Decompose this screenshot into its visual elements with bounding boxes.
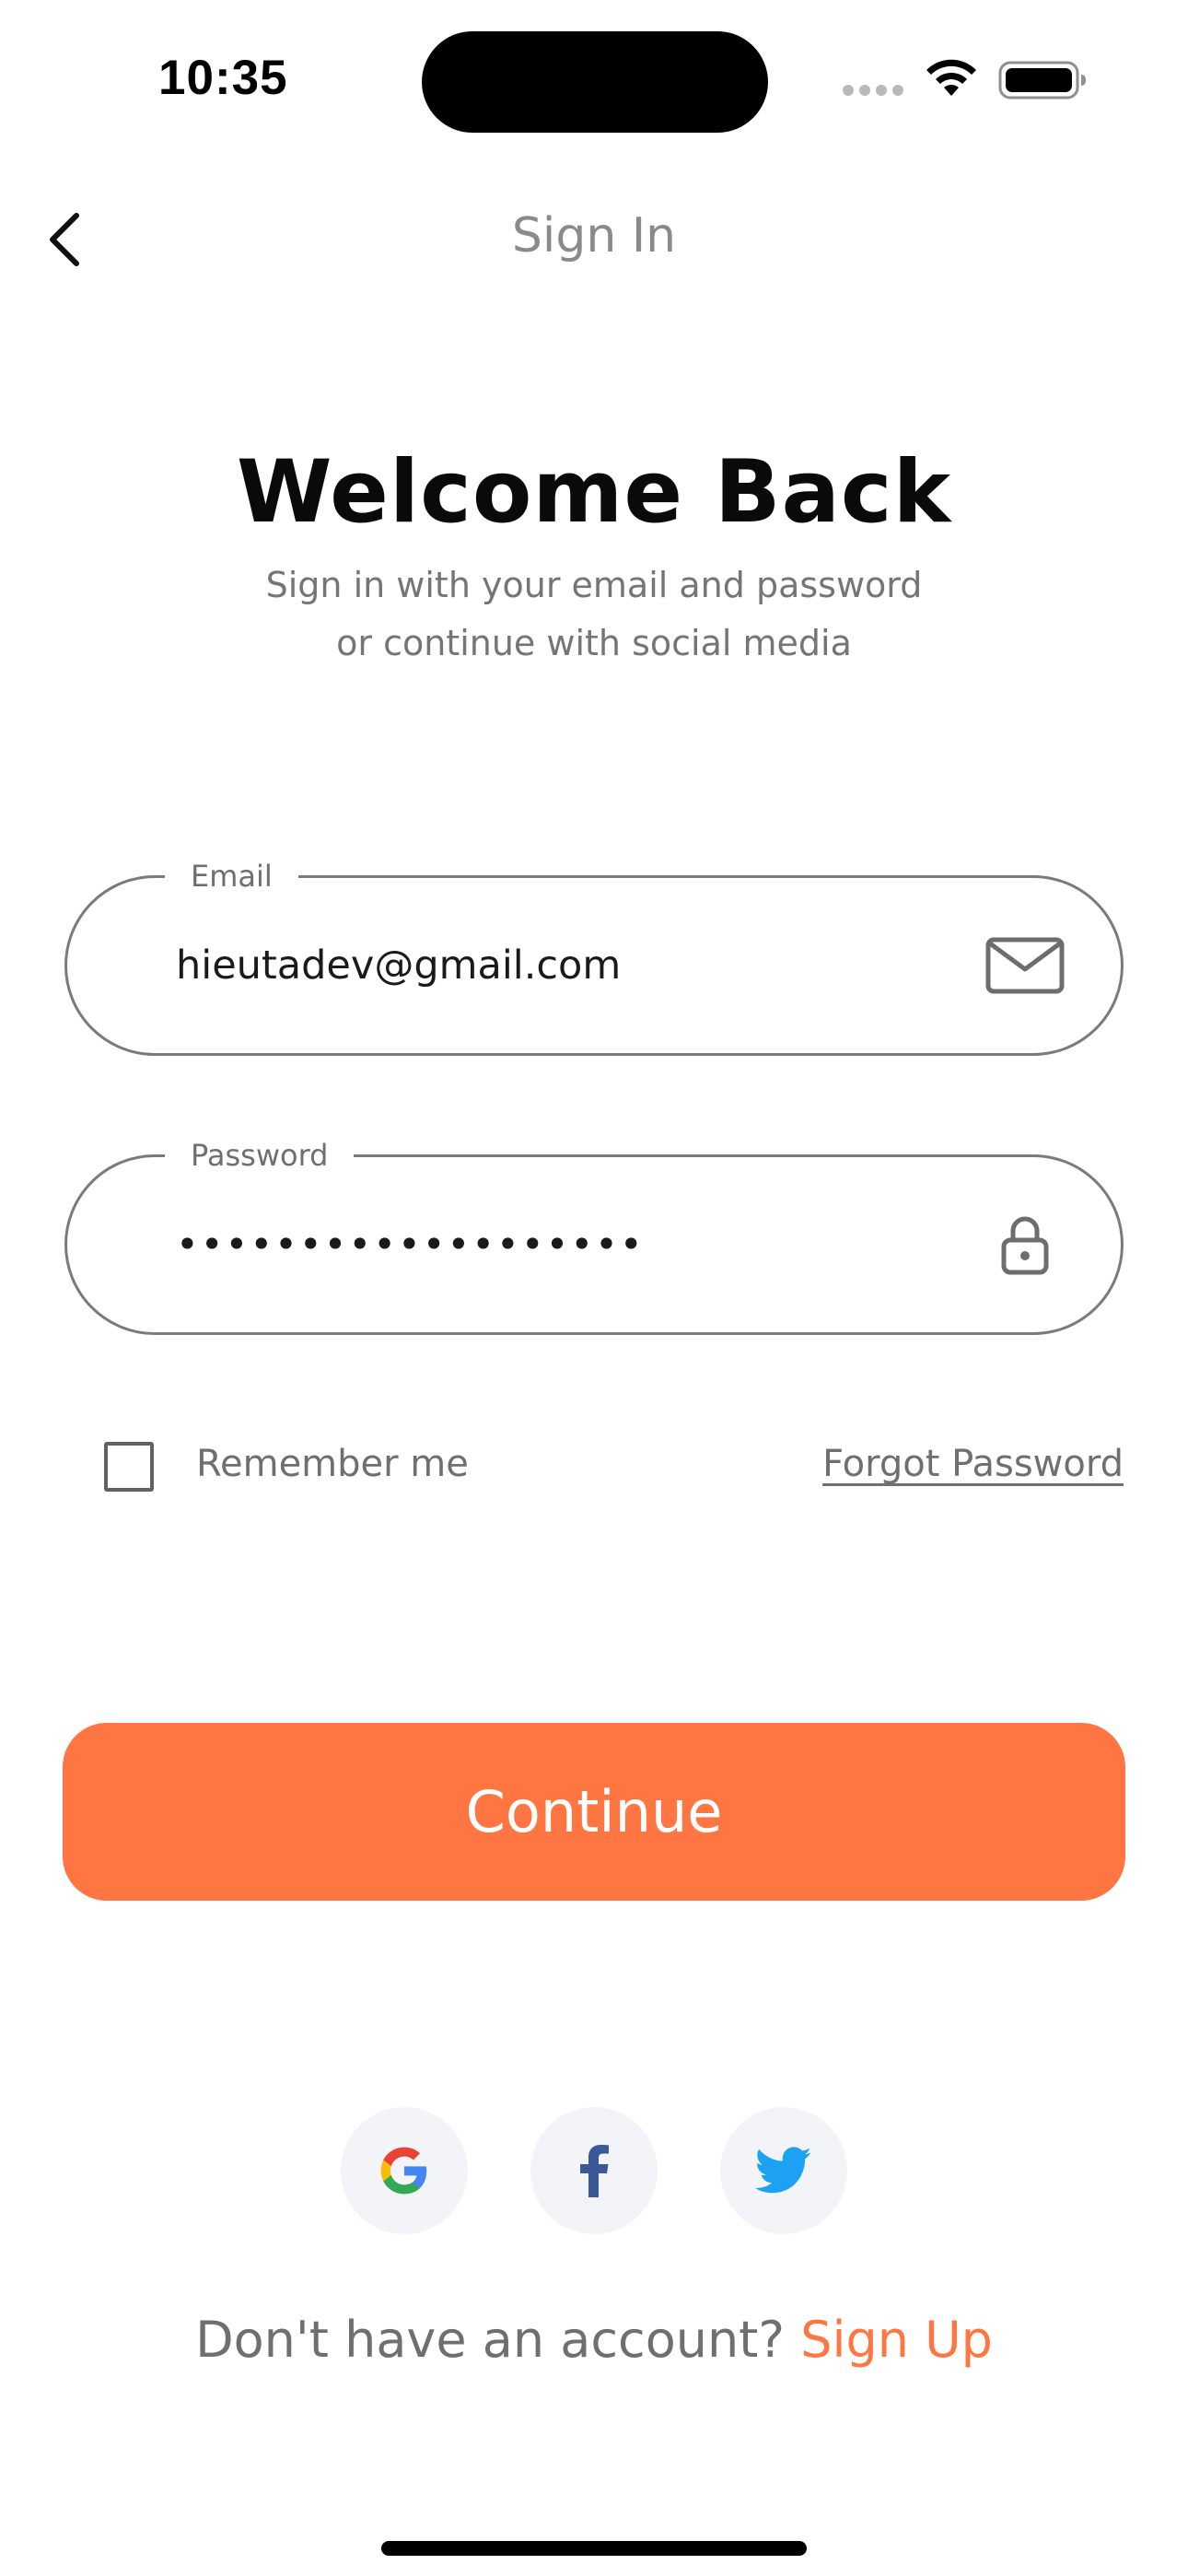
email-field[interactable]: Email bbox=[64, 858, 1124, 1056]
email-input[interactable] bbox=[176, 878, 986, 1053]
facebook-icon bbox=[580, 2145, 609, 2197]
welcome-subtitle: Sign in with your email and password or … bbox=[0, 556, 1188, 673]
home-indicator bbox=[381, 2541, 807, 2556]
battery-icon bbox=[998, 61, 1086, 100]
signup-prompt-text: Don't have an account? bbox=[195, 2311, 801, 2369]
remember-me-label[interactable]: Remember me bbox=[196, 1443, 469, 1485]
status-time: 10:35 bbox=[158, 51, 288, 105]
subtitle-line-2: or continue with social media bbox=[336, 623, 852, 663]
cellular-signal-icon bbox=[843, 85, 905, 98]
password-field[interactable]: Password bbox=[64, 1137, 1124, 1335]
twitter-icon bbox=[755, 2147, 811, 2194]
wifi-icon bbox=[926, 59, 976, 96]
twitter-signin-button[interactable] bbox=[720, 2107, 847, 2234]
signup-prompt: Don't have an account? Sign Up bbox=[0, 2311, 1188, 2369]
facebook-signin-button[interactable] bbox=[530, 2107, 658, 2234]
sign-in-screen: 10:35 Sign In Welcome Back Sign in with … bbox=[0, 0, 1188, 2576]
continue-button[interactable]: Continue bbox=[63, 1723, 1125, 1901]
subtitle-line-1: Sign in with your email and password bbox=[265, 565, 923, 605]
password-input[interactable] bbox=[176, 1157, 986, 1332]
welcome-heading: Welcome Back bbox=[236, 442, 952, 543]
page-title: Sign In bbox=[511, 208, 677, 263]
remember-me-checkbox[interactable] bbox=[104, 1442, 154, 1492]
lock-icon bbox=[984, 1214, 1066, 1275]
dynamic-island bbox=[422, 31, 768, 133]
google-signin-button[interactable] bbox=[341, 2107, 468, 2234]
signup-link[interactable]: Sign Up bbox=[800, 2311, 993, 2369]
mail-icon bbox=[984, 935, 1066, 996]
google-icon bbox=[380, 2147, 427, 2195]
forgot-password-link[interactable]: Forgot Password bbox=[822, 1443, 1124, 1485]
